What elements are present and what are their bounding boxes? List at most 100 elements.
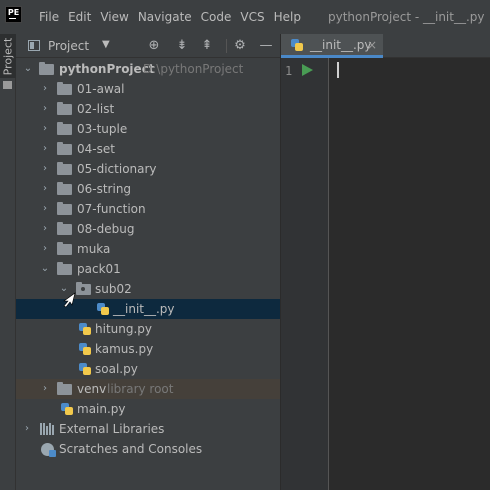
editor-area: __init__.py × 1 (281, 34, 490, 490)
tree-item-label: __init__.py (113, 302, 175, 316)
project-tool-tab[interactable]: Project (0, 34, 16, 78)
editor-tab-label: __init__.py (310, 38, 372, 52)
python-file-icon (78, 362, 92, 376)
menu-navigate[interactable]: Navigate (138, 10, 192, 24)
python-file-icon (78, 342, 92, 356)
line-number: 1 (285, 64, 293, 78)
tree-item-kamus-py[interactable]: kamus.py (16, 339, 280, 359)
tree-item-path: D:\pythonProject (143, 62, 244, 76)
tree-item-05-dictionary[interactable]: › 05-dictionary (16, 159, 280, 179)
chevron-right-icon[interactable]: › (39, 379, 51, 399)
project-tool-tab-label: Project (1, 37, 15, 76)
tree-item-07-function[interactable]: › 07-function (16, 199, 280, 219)
menu-help[interactable]: Help (274, 10, 301, 24)
tree-item-external-libraries[interactable]: › External Libraries (16, 419, 280, 439)
tree-item-venv[interactable]: › venv library root (16, 379, 280, 399)
menu-bar: PE File Edit View Navigate Code VCS Help… (0, 0, 490, 34)
chevron-right-icon[interactable]: › (39, 99, 51, 119)
folder-icon (57, 202, 72, 215)
app-logo-icon[interactable]: PE (5, 6, 22, 23)
structure-tool-icon[interactable] (3, 81, 12, 89)
header-divider (226, 39, 227, 53)
project-view-selector[interactable]: Project (48, 39, 89, 53)
chevron-down-icon[interactable]: ⌄ (22, 59, 34, 79)
collapse-all-icon[interactable]: ⇞ (199, 38, 215, 54)
python-file-icon (290, 38, 304, 52)
main-menu: File Edit View Navigate Code VCS Help (39, 10, 310, 24)
chevron-right-icon[interactable]: › (39, 159, 51, 179)
chevron-right-icon[interactable]: › (39, 119, 51, 139)
window-title: pythonProject - __init__.py (328, 10, 485, 24)
minimize-icon[interactable]: — (258, 38, 274, 54)
chevron-right-icon[interactable]: › (39, 219, 51, 239)
tree-item-label: kamus.py (95, 342, 154, 356)
tree-item-label: venv (77, 382, 107, 396)
tree-item-04-set[interactable]: › 04-set (16, 139, 280, 159)
editor-tab-init-py[interactable]: __init__.py × (281, 34, 383, 58)
tree-item-pythonproject[interactable]: ⌄ pythonProject D:\pythonProject (16, 59, 280, 79)
tree-item-08-debug[interactable]: › 08-debug (16, 219, 280, 239)
menu-edit[interactable]: Edit (68, 10, 91, 24)
tree-item-01-awal[interactable]: › 01-awal (16, 79, 280, 99)
tree-item-02-list[interactable]: › 02-list (16, 99, 280, 119)
tree-item-label: hitung.py (95, 322, 153, 336)
tree-item-pack01[interactable]: ⌄ pack01 (16, 259, 280, 279)
chevron-down-icon[interactable]: ⌄ (39, 259, 51, 279)
tree-item-label: 03-tuple (77, 122, 128, 136)
menu-file[interactable]: File (39, 10, 59, 24)
tree-item-hitung-py[interactable]: hitung.py (16, 319, 280, 339)
left-tool-strip: Project (0, 34, 16, 490)
chevron-right-icon[interactable]: › (39, 179, 51, 199)
tree-item-label: 02-list (77, 102, 115, 116)
tree-item-label: pythonProject (59, 62, 155, 76)
expand-all-icon[interactable]: ⇟ (174, 38, 190, 54)
chevron-down-icon[interactable]: ▼ (102, 39, 110, 50)
folder-icon (57, 82, 72, 95)
folder-icon (57, 102, 72, 115)
folder-icon (57, 122, 72, 135)
tree-item-03-tuple[interactable]: › 03-tuple (16, 119, 280, 139)
editor-gutter: 1 (281, 58, 329, 490)
project-panel: Project ▼ ⊕ ⇟ ⇞ ⚙ — ⌄ pythonProject D:\p… (16, 34, 280, 490)
chevron-right-icon[interactable]: › (39, 239, 51, 259)
tree-item-label: soal.py (95, 362, 138, 376)
chevron-right-icon[interactable]: › (39, 199, 51, 219)
folder-icon (57, 262, 72, 275)
tree-item-label: 06-string (77, 182, 132, 196)
chevron-right-icon[interactable]: › (21, 419, 33, 439)
tree-item-init-py[interactable]: __init__.py (16, 299, 280, 319)
chevron-right-icon[interactable]: › (39, 139, 51, 159)
python-file-icon (96, 302, 110, 316)
python-file-icon (60, 402, 74, 416)
tree-item-label: Scratches and Consoles (59, 442, 203, 456)
folder-icon (57, 222, 72, 235)
folder-icon (57, 382, 72, 395)
tree-item-label: 08-debug (77, 222, 135, 236)
tree-item-label: muka (77, 242, 111, 256)
tree-item-soal-py[interactable]: soal.py (16, 359, 280, 379)
tree-item-label: 07-function (77, 202, 146, 216)
tree-item-label: 01-awal (77, 82, 125, 96)
tree-item-muka[interactable]: › muka (16, 239, 280, 259)
project-panel-header: Project ▼ ⊕ ⇟ ⇞ ⚙ — (16, 34, 280, 58)
folder-icon (39, 62, 54, 75)
chevron-right-icon[interactable]: › (39, 79, 51, 99)
tree-item-label: sub02 (95, 282, 132, 296)
tree-item-06-string[interactable]: › 06-string (16, 179, 280, 199)
editor-tab-bar: __init__.py × (281, 34, 490, 58)
menu-view[interactable]: View (100, 10, 128, 24)
mouse-cursor-icon (63, 292, 76, 308)
menu-code[interactable]: Code (201, 10, 232, 24)
folder-icon (57, 162, 72, 175)
tree-item-scratches[interactable]: Scratches and Consoles (16, 439, 280, 459)
text-caret[interactable] (337, 62, 339, 78)
gear-icon[interactable]: ⚙ (232, 38, 248, 54)
tree-item-sub02[interactable]: ⌄ sub02 (16, 279, 280, 299)
folder-icon (57, 182, 72, 195)
menu-vcs[interactable]: VCS (240, 10, 264, 24)
run-icon[interactable] (302, 64, 313, 76)
close-icon[interactable]: × (367, 38, 377, 52)
locate-icon[interactable]: ⊕ (146, 38, 162, 54)
tree-item-label: 05-dictionary (77, 162, 157, 176)
tree-item-main-py[interactable]: main.py (16, 399, 280, 419)
